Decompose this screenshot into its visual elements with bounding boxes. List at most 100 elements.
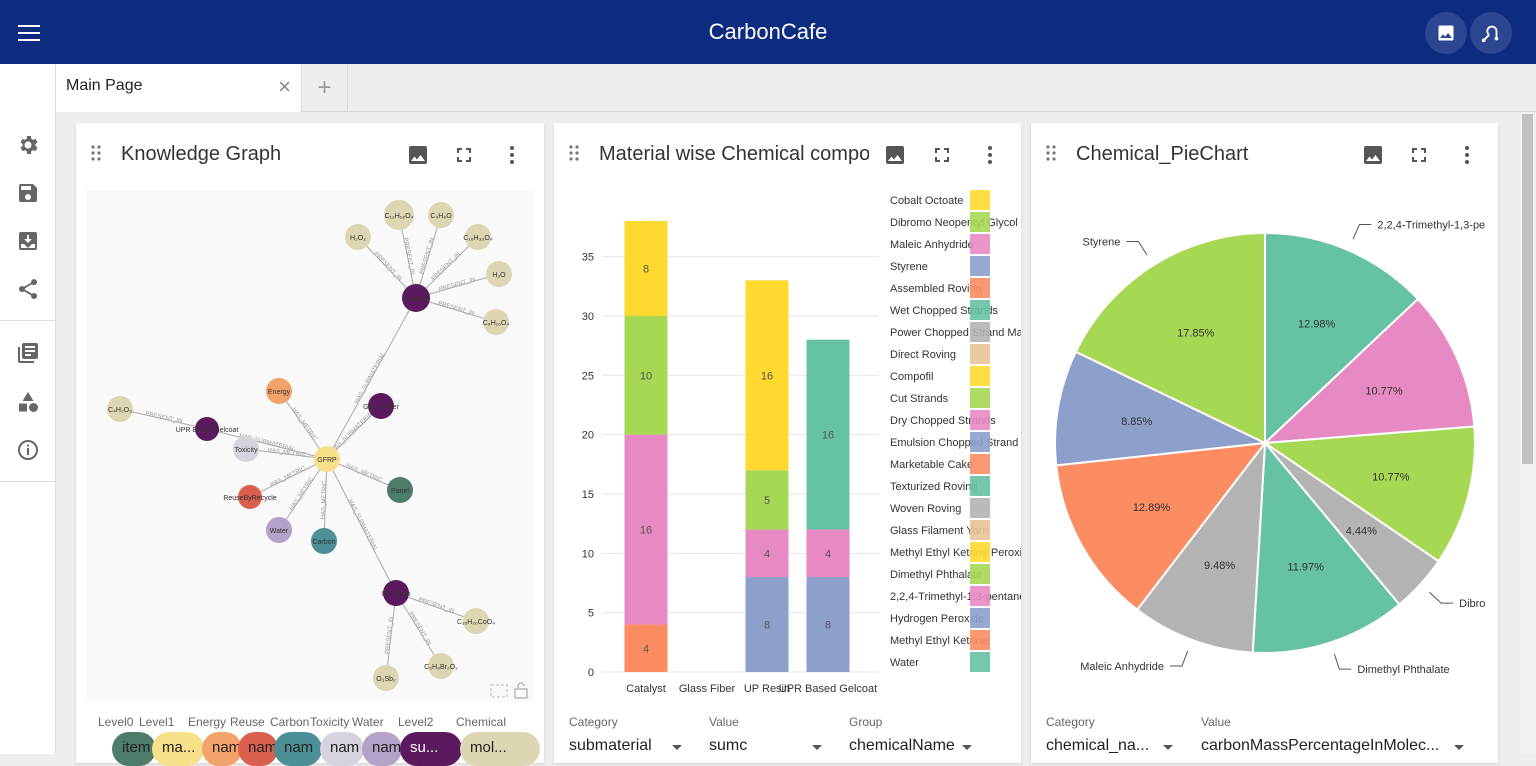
legend-item: Cobalt Octoate: [890, 195, 963, 207]
legend-item: Styrene: [890, 261, 928, 273]
node-label: Glass Fiber: [363, 404, 399, 411]
legend-pill[interactable]: nam: [202, 732, 242, 766]
settings-icon[interactable]: [16, 133, 40, 157]
data-label: 8: [825, 620, 831, 632]
slice-percent-label: 10.77%: [1365, 385, 1403, 397]
sidebar-divider: [0, 481, 56, 482]
node-label: C₈H₁₆O₄: [483, 320, 510, 327]
panel-title: Chemical_PieChart: [1076, 143, 1249, 165]
download-icon[interactable]: [16, 229, 40, 253]
slice-percent-label: 10.77%: [1372, 471, 1410, 483]
more-vert-icon[interactable]: [978, 143, 1002, 167]
legend-item: Maleic Anhydride: [890, 239, 974, 251]
legend-swatch: [970, 432, 990, 452]
node-label: H₂O₂: [350, 235, 366, 242]
legend-swatch: [970, 300, 990, 320]
legend-pill[interactable]: su...: [400, 732, 462, 766]
legend-pill[interactable]: mol...: [460, 732, 540, 766]
node-label: C₁₂H₁₈O₄: [385, 213, 414, 220]
legend-item: Dimethyl Phthalate: [890, 569, 982, 581]
y-tick-label: 10: [582, 548, 594, 560]
tab-main-page[interactable]: Main Page ×: [56, 64, 302, 112]
node-label: H₂O: [492, 272, 506, 279]
legend-pill[interactable]: nam: [238, 732, 278, 766]
legend-swatch: [970, 388, 990, 408]
stacked-bar-chart: 0 5 10 15 20 25 30 35 4 16 10 8 Catalyst Glass Fiber 8…: [582, 190, 1021, 695]
share-icon[interactable]: [16, 277, 40, 301]
node-label: C₅H₈Br₂O₂: [424, 664, 458, 671]
legend-label: Reuse: [230, 715, 265, 729]
y-tick-label: 0: [588, 667, 594, 679]
page-scrollbar[interactable]: [1519, 112, 1536, 754]
value-select[interactable]: sumc: [709, 737, 809, 755]
app-title: CarbonCafe: [708, 19, 828, 44]
node-label: Carbon: [313, 539, 336, 546]
legend-item: Direct Roving: [890, 349, 956, 361]
scrollbar-thumb[interactable]: [1522, 114, 1533, 464]
data-label: 8: [764, 620, 770, 632]
data-label: 4: [764, 548, 770, 560]
save-icon[interactable]: [16, 181, 40, 205]
shapes-icon[interactable]: [16, 390, 40, 414]
pie-chart: 12.98% 2,2,4-Trimethyl-1,3-pe 10.77% 10.77%…: [1054, 220, 1485, 676]
fullscreen-icon[interactable]: [1407, 143, 1431, 167]
chevron-down-icon[interactable]: [812, 745, 822, 750]
fullscreen-icon[interactable]: [930, 143, 954, 167]
value-select[interactable]: carbonMassPercentageInMolec...: [1201, 737, 1446, 755]
library-icon[interactable]: [16, 341, 40, 365]
data-label: 4: [825, 548, 831, 560]
drag-handle-icon[interactable]: [1045, 145, 1057, 161]
category-select[interactable]: chemical_na...: [1046, 737, 1171, 755]
chevron-down-icon[interactable]: [1454, 745, 1464, 750]
group-select[interactable]: chemicalName: [849, 737, 959, 755]
chevron-down-icon[interactable]: [1163, 745, 1173, 750]
data-label: 10: [640, 370, 652, 382]
image-icon[interactable]: [1361, 143, 1385, 167]
group-label: Group: [849, 715, 883, 729]
legend-swatch: [970, 652, 990, 672]
more-vert-icon[interactable]: [500, 143, 524, 167]
slice-leader-line: [1333, 653, 1352, 670]
close-icon[interactable]: ×: [278, 76, 291, 98]
image-icon[interactable]: [1425, 12, 1467, 54]
slice-percent-label: 12.98%: [1298, 318, 1336, 330]
graph-route-icon[interactable]: [1470, 12, 1512, 54]
slice-name-label: Styrene: [1082, 236, 1120, 248]
lock-icon[interactable]: [513, 681, 529, 699]
legend-pill[interactable]: nam: [274, 732, 322, 766]
slice-name-label: Maleic Anhydride: [1080, 661, 1164, 673]
sidebar: [0, 112, 56, 754]
node-label: ReuseByRecycle: [223, 495, 276, 502]
image-icon[interactable]: [406, 143, 430, 167]
x-tick-label: Catalyst: [626, 683, 666, 695]
slice-name-label: 2,2,4-Trimethyl-1,3-pe: [1377, 220, 1485, 232]
category-select[interactable]: submaterial: [569, 737, 669, 755]
data-label: 16: [761, 370, 773, 382]
knowledge-graph-canvas[interactable]: PRESENT_IN PRESENT_INPRESENT_IN PRESENT_IN…: [86, 190, 534, 702]
legend-item: Emulsion Chopped Strand: [890, 437, 1018, 449]
slice-percent-label: 9.48%: [1204, 560, 1235, 572]
legend-pill[interactable]: nam: [320, 732, 364, 766]
tab-bar: Main Page × +: [0, 64, 1536, 112]
node-label: UPR Based Gelcoat: [176, 427, 239, 434]
legend-pill[interactable]: ma...: [152, 732, 204, 766]
add-tab-button[interactable]: +: [302, 64, 348, 112]
chevron-down-icon[interactable]: [672, 745, 682, 750]
info-icon[interactable]: [16, 438, 40, 462]
more-vert-icon[interactable]: [1455, 143, 1479, 167]
legend-pill[interactable]: nam: [362, 732, 402, 766]
legend-swatch: [970, 344, 990, 364]
legend-swatch: [970, 278, 990, 298]
image-icon[interactable]: [883, 143, 907, 167]
y-tick-label: 25: [582, 370, 594, 382]
panel-title: Knowledge Graph: [121, 143, 282, 165]
fit-view-icon[interactable]: [489, 683, 509, 699]
chevron-down-icon[interactable]: [962, 745, 972, 750]
data-label: 16: [640, 525, 652, 537]
legend-pill[interactable]: item: [112, 732, 156, 766]
drag-handle-icon[interactable]: [90, 145, 102, 161]
drag-handle-icon[interactable]: [568, 145, 580, 161]
node-label: UP Resin: [381, 591, 411, 598]
legend-swatch: [970, 190, 990, 210]
fullscreen-icon[interactable]: [452, 143, 476, 167]
